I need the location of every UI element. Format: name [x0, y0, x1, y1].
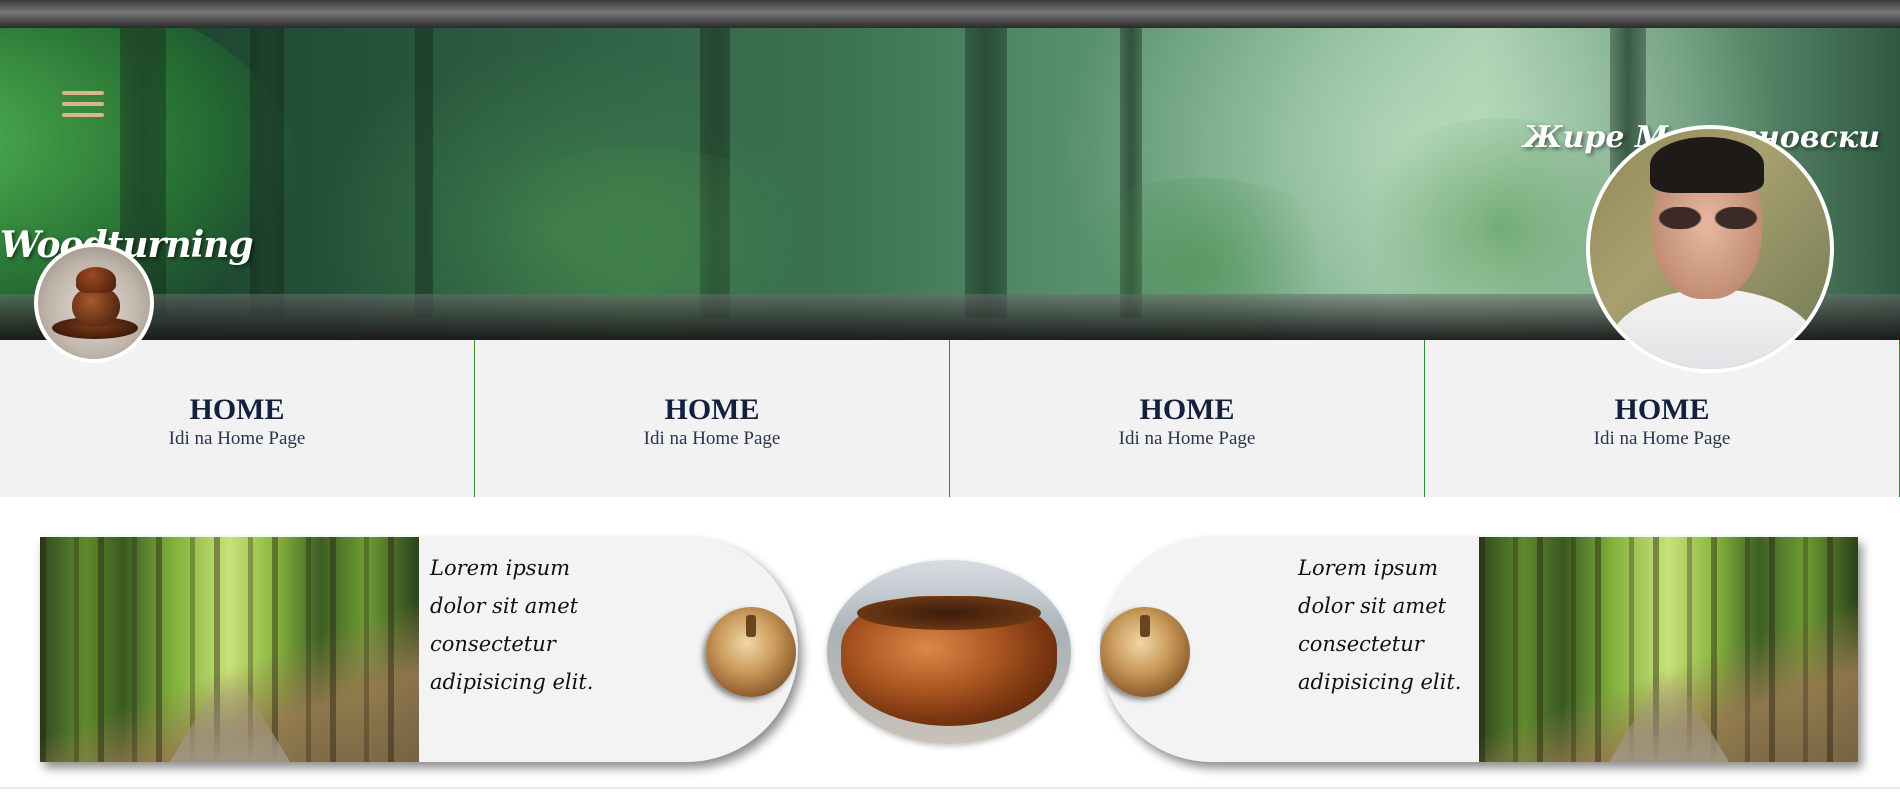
logo-avatar[interactable]	[34, 243, 154, 363]
wooden-apple-image	[1100, 607, 1190, 697]
avatar-shirt	[1608, 289, 1818, 369]
acorn-cap	[76, 267, 116, 293]
forest-path-image	[1479, 537, 1858, 762]
feature-card-right[interactable]: Lorem ipsum dolor sit amet consectetur a…	[1100, 537, 1858, 762]
tree-trunk	[250, 28, 284, 318]
author-avatar[interactable]	[1586, 125, 1834, 373]
nav-title: HOME	[189, 392, 285, 426]
nav-subtitle: Idi na Home Page	[643, 427, 781, 449]
tree-trunk	[415, 28, 433, 318]
nav-subtitle: Idi na Home Page	[1593, 427, 1731, 449]
avatar-hair	[1650, 137, 1764, 193]
hamburger-menu-icon[interactable]	[62, 91, 104, 121]
acorn-body	[72, 287, 120, 327]
nav-title: HOME	[1614, 392, 1710, 426]
bottom-divider	[0, 787, 1900, 789]
nav-item-home-1[interactable]: HOME Idi na Home Page	[0, 340, 475, 497]
forest-path-image	[40, 537, 419, 762]
nav-item-home-2[interactable]: HOME Idi na Home Page	[475, 340, 950, 497]
tree-trunk	[965, 28, 1007, 318]
avatar-glasses	[1652, 207, 1764, 229]
bowl-rim	[857, 596, 1041, 630]
nav-title: HOME	[1139, 392, 1235, 426]
nav-item-home-3[interactable]: HOME Idi na Home Page	[950, 340, 1425, 497]
top-strip	[0, 0, 1900, 28]
card-text: Lorem ipsum dolor sit amet consectetur a…	[1298, 556, 1462, 694]
wooden-apple-image	[706, 607, 796, 697]
wooden-bowl-image[interactable]	[827, 560, 1071, 744]
nav-subtitle: Idi na Home Page	[1118, 427, 1256, 449]
card-text: Lorem ipsum dolor sit amet consectetur a…	[430, 556, 594, 694]
nav-title: HOME	[664, 392, 760, 426]
feature-card-left[interactable]: Lorem ipsum dolor sit amet consectetur a…	[40, 537, 798, 762]
nav-subtitle: Idi na Home Page	[168, 427, 306, 449]
